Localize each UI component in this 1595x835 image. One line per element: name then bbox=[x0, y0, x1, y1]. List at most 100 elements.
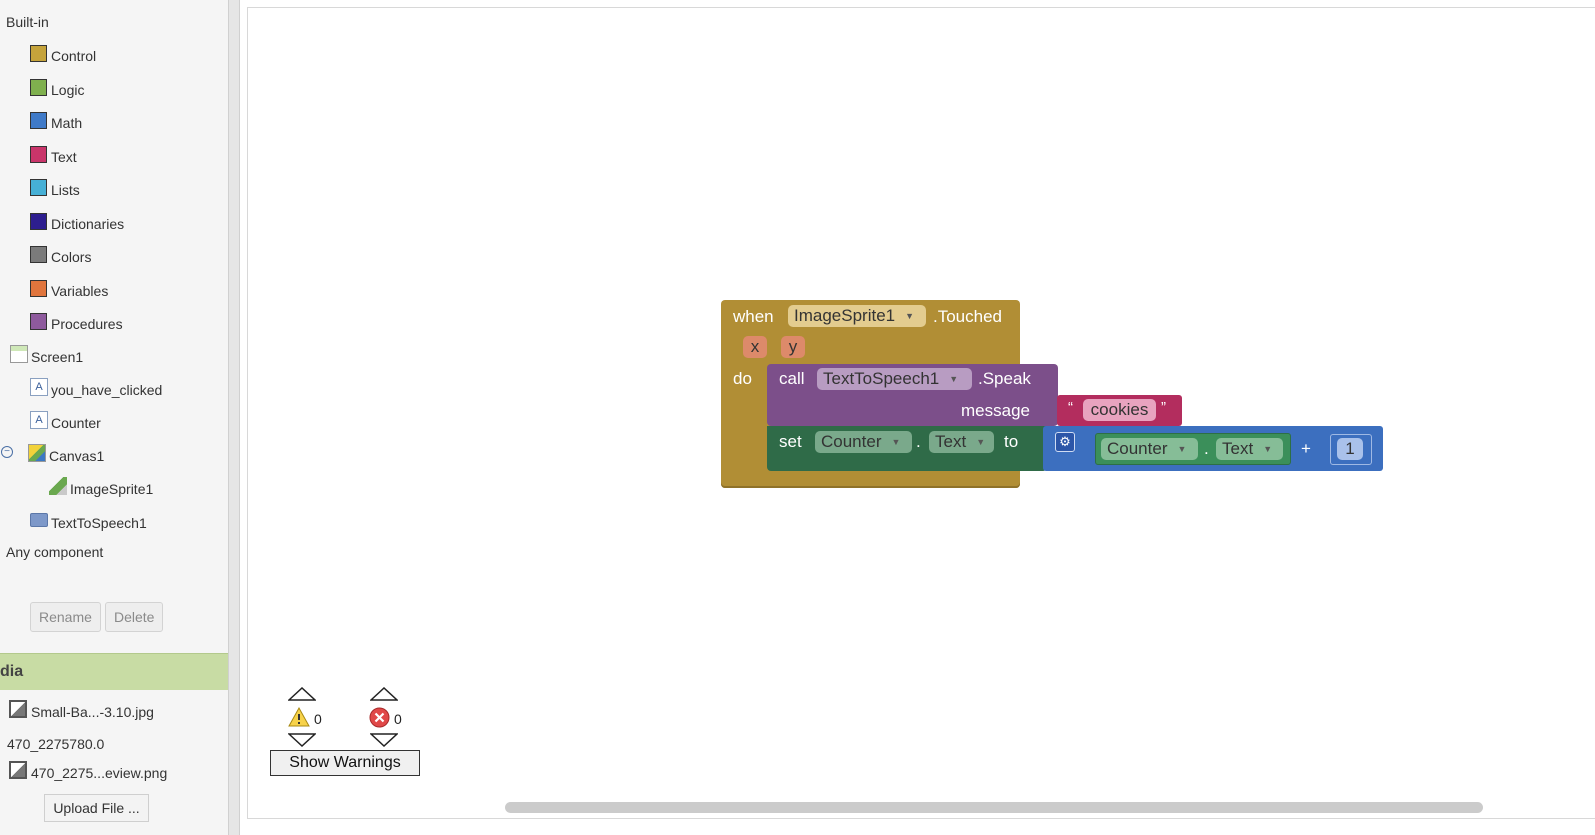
plus-operator: + bbox=[1301, 439, 1311, 458]
category-label: Math bbox=[51, 115, 83, 131]
number-value-field[interactable]: 1 bbox=[1337, 438, 1363, 460]
screen-icon bbox=[10, 345, 28, 363]
warning-count: 0 bbox=[314, 711, 322, 727]
component-canvas1[interactable]: Canvas1 bbox=[28, 444, 104, 468]
media-file[interactable]: 470_2275...eview.png bbox=[9, 761, 168, 781]
open-quote: “ bbox=[1068, 399, 1073, 416]
component-dropdown-imagesprite1[interactable]: ImageSprite1 ▼ bbox=[788, 305, 926, 327]
media-file[interactable]: Small-Ba...-3.10.jpg bbox=[9, 700, 154, 720]
builtin-header[interactable]: Built-in bbox=[6, 14, 49, 30]
image-file-icon bbox=[9, 761, 27, 779]
text-to-speech-icon bbox=[30, 513, 48, 527]
component-you-have-clicked[interactable]: A you_have_clicked bbox=[30, 378, 162, 402]
getter-property-dropdown[interactable]: Text ▼ bbox=[1216, 438, 1283, 460]
getter-component-dropdown[interactable]: Counter ▼ bbox=[1101, 438, 1198, 460]
component-label: ImageSprite1 bbox=[70, 481, 154, 497]
component-imagesprite1[interactable]: ImageSprite1 bbox=[49, 477, 153, 501]
canvas-icon bbox=[28, 444, 46, 462]
media-file-label: 470_2275780.0 bbox=[7, 736, 105, 752]
dropdown-arrow-icon: ▼ bbox=[1177, 444, 1187, 454]
delete-button[interactable]: Delete bbox=[105, 602, 164, 632]
mutator-gear-icon[interactable]: ⚙ bbox=[1055, 432, 1075, 452]
param-x[interactable]: x bbox=[743, 336, 767, 358]
category-text[interactable]: Text bbox=[30, 145, 77, 169]
dropdown-value: Counter bbox=[1107, 439, 1168, 458]
variables-color-icon bbox=[30, 279, 47, 297]
do-keyword: do bbox=[733, 369, 752, 388]
component-screen1[interactable]: Screen1 bbox=[10, 345, 83, 369]
upload-file-button[interactable]: Upload File ... bbox=[44, 794, 149, 822]
close-quote: ” bbox=[1161, 399, 1166, 416]
component-texttospeech1[interactable]: TextToSpeech1 bbox=[30, 511, 147, 535]
component-label: TextToSpeech1 bbox=[51, 515, 147, 531]
dropdown-value: Counter bbox=[821, 432, 882, 451]
previous-error-arrow-icon[interactable] bbox=[370, 687, 398, 701]
component-label: Screen1 bbox=[31, 349, 84, 365]
colors-color-icon bbox=[30, 245, 47, 263]
category-label: Lists bbox=[51, 182, 80, 198]
error-icon bbox=[369, 707, 390, 728]
component-label: you_have_clicked bbox=[51, 382, 163, 398]
when-keyword: when bbox=[733, 307, 774, 326]
lists-color-icon bbox=[30, 178, 47, 196]
method-name: .Speak bbox=[978, 369, 1031, 388]
math-color-icon bbox=[30, 111, 47, 129]
category-lists[interactable]: Lists bbox=[30, 178, 80, 202]
dropdown-value: TextToSpeech1 bbox=[823, 369, 940, 388]
dropdown-arrow-icon: ▼ bbox=[891, 437, 901, 447]
category-logic[interactable]: Logic bbox=[30, 78, 84, 102]
any-component-header[interactable]: Any component bbox=[6, 544, 103, 560]
next-warning-arrow-icon[interactable] bbox=[288, 733, 316, 747]
message-arg-label: message bbox=[961, 401, 1030, 420]
media-file-label: Small-Ba...-3.10.jpg bbox=[31, 704, 154, 720]
category-dictionaries[interactable]: Dictionaries bbox=[30, 212, 124, 236]
dropdown-arrow-icon: ▼ bbox=[905, 311, 915, 321]
media-file-label: 470_2275...eview.png bbox=[31, 765, 168, 781]
component-label: Canvas1 bbox=[49, 448, 105, 464]
media-file[interactable]: 470_2275780.0 bbox=[7, 736, 104, 752]
image-file-icon bbox=[9, 700, 27, 718]
category-label: Colors bbox=[51, 249, 92, 265]
image-sprite-icon bbox=[49, 477, 67, 495]
dictionaries-color-icon bbox=[30, 212, 47, 230]
previous-warning-arrow-icon[interactable] bbox=[288, 687, 316, 701]
category-colors[interactable]: Colors bbox=[30, 245, 91, 269]
collapse-icon[interactable]: − bbox=[1, 446, 13, 458]
to-keyword: to bbox=[1004, 432, 1019, 451]
event-name: .Touched bbox=[933, 307, 1002, 326]
category-label: Control bbox=[51, 48, 97, 64]
text-color-icon bbox=[30, 145, 47, 163]
category-procedures[interactable]: Procedures bbox=[30, 312, 123, 336]
component-counter[interactable]: A Counter bbox=[30, 411, 101, 435]
param-y[interactable]: y bbox=[781, 336, 805, 358]
procedures-color-icon bbox=[30, 312, 47, 330]
blocks-panel: Built-in Control Logic Math Text Lists D… bbox=[0, 0, 228, 835]
dropdown-arrow-icon: ▼ bbox=[976, 437, 986, 447]
category-label: Procedures bbox=[51, 316, 123, 332]
show-warnings-button[interactable]: Show Warnings bbox=[270, 750, 420, 776]
category-label: Dictionaries bbox=[51, 216, 125, 232]
dropdown-value: Text bbox=[935, 432, 967, 451]
next-error-arrow-icon[interactable] bbox=[370, 733, 398, 747]
dropdown-value: Text bbox=[1222, 439, 1254, 458]
label-icon: A bbox=[30, 411, 48, 429]
panel-splitter[interactable] bbox=[228, 0, 240, 835]
category-math[interactable]: Math bbox=[30, 111, 82, 135]
warning-icon bbox=[288, 707, 310, 727]
horizontal-scrollbar[interactable] bbox=[505, 802, 1483, 813]
rename-button[interactable]: Rename bbox=[30, 602, 101, 632]
error-count: 0 bbox=[394, 711, 402, 727]
logic-color-icon bbox=[30, 78, 47, 96]
category-control[interactable]: Control bbox=[30, 44, 96, 68]
dropdown-arrow-icon: ▼ bbox=[1263, 444, 1273, 454]
category-label: Variables bbox=[51, 283, 109, 299]
category-variables[interactable]: Variables bbox=[30, 279, 108, 303]
media-header: dia bbox=[0, 653, 228, 690]
setter-property-dropdown[interactable]: Text ▼ bbox=[929, 431, 994, 453]
component-dropdown-texttospeech1[interactable]: TextToSpeech1 ▼ bbox=[817, 368, 972, 390]
setter-component-dropdown[interactable]: Counter ▼ bbox=[815, 431, 912, 453]
text-value-field[interactable]: cookies bbox=[1083, 399, 1156, 421]
category-label: Logic bbox=[51, 82, 85, 98]
dropdown-value: ImageSprite1 bbox=[794, 306, 896, 325]
set-keyword: set bbox=[779, 432, 802, 451]
